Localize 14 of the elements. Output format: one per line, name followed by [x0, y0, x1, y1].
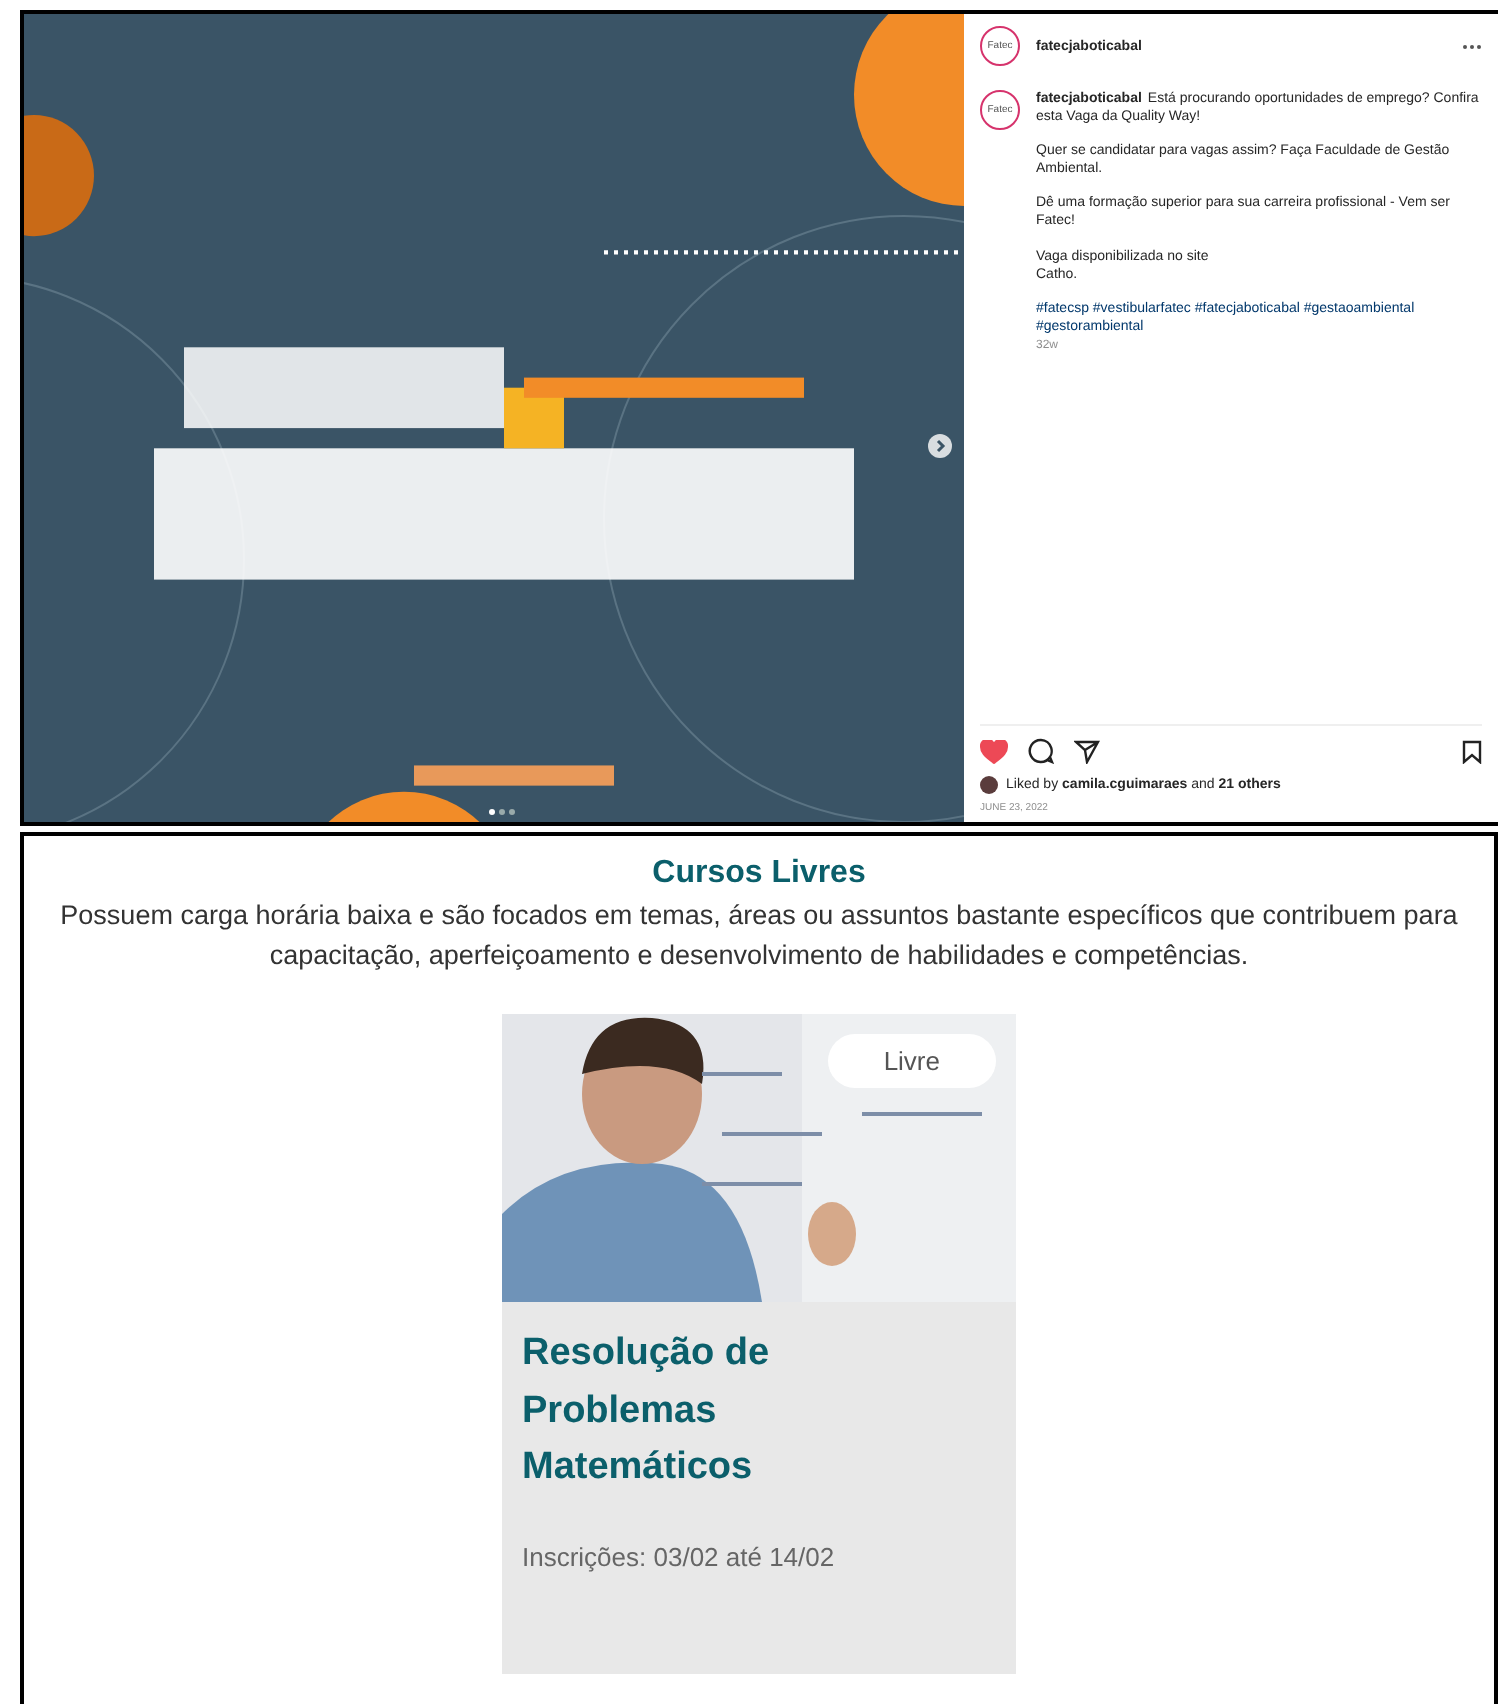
course-title: Resolução de Problemas Matemáticos — [522, 1330, 772, 1493]
enrollment-dates: Inscrições: 03/02 até 14/02 — [522, 1541, 837, 1572]
bookmark-icon[interactable] — [1462, 739, 1482, 763]
send-icon[interactable] — [1074, 739, 1100, 763]
carousel-dots-icon — [488, 808, 516, 816]
comment-icon[interactable] — [1028, 738, 1054, 764]
more-icon[interactable] — [1462, 43, 1482, 49]
section-description: Possuem carga horária baixa e são focados em temas, áreas ou assuntos bastante específicos que contribuem para capacitação, aperfeiçoamento e desenvolvimento de habilidades e competências. — [58, 898, 1460, 974]
chevron-right-icon — [932, 438, 948, 454]
heart-icon[interactable] — [980, 739, 1008, 763]
user-avatar-icon — [980, 776, 998, 794]
course-badge: Livre — [827, 1034, 996, 1089]
section-title: Cursos Livres — [652, 856, 866, 892]
course-card[interactable]: Livre Resolução de Problemas Matemáticos Inscrições: 03/02 até 14/02 — [502, 1014, 1016, 1675]
